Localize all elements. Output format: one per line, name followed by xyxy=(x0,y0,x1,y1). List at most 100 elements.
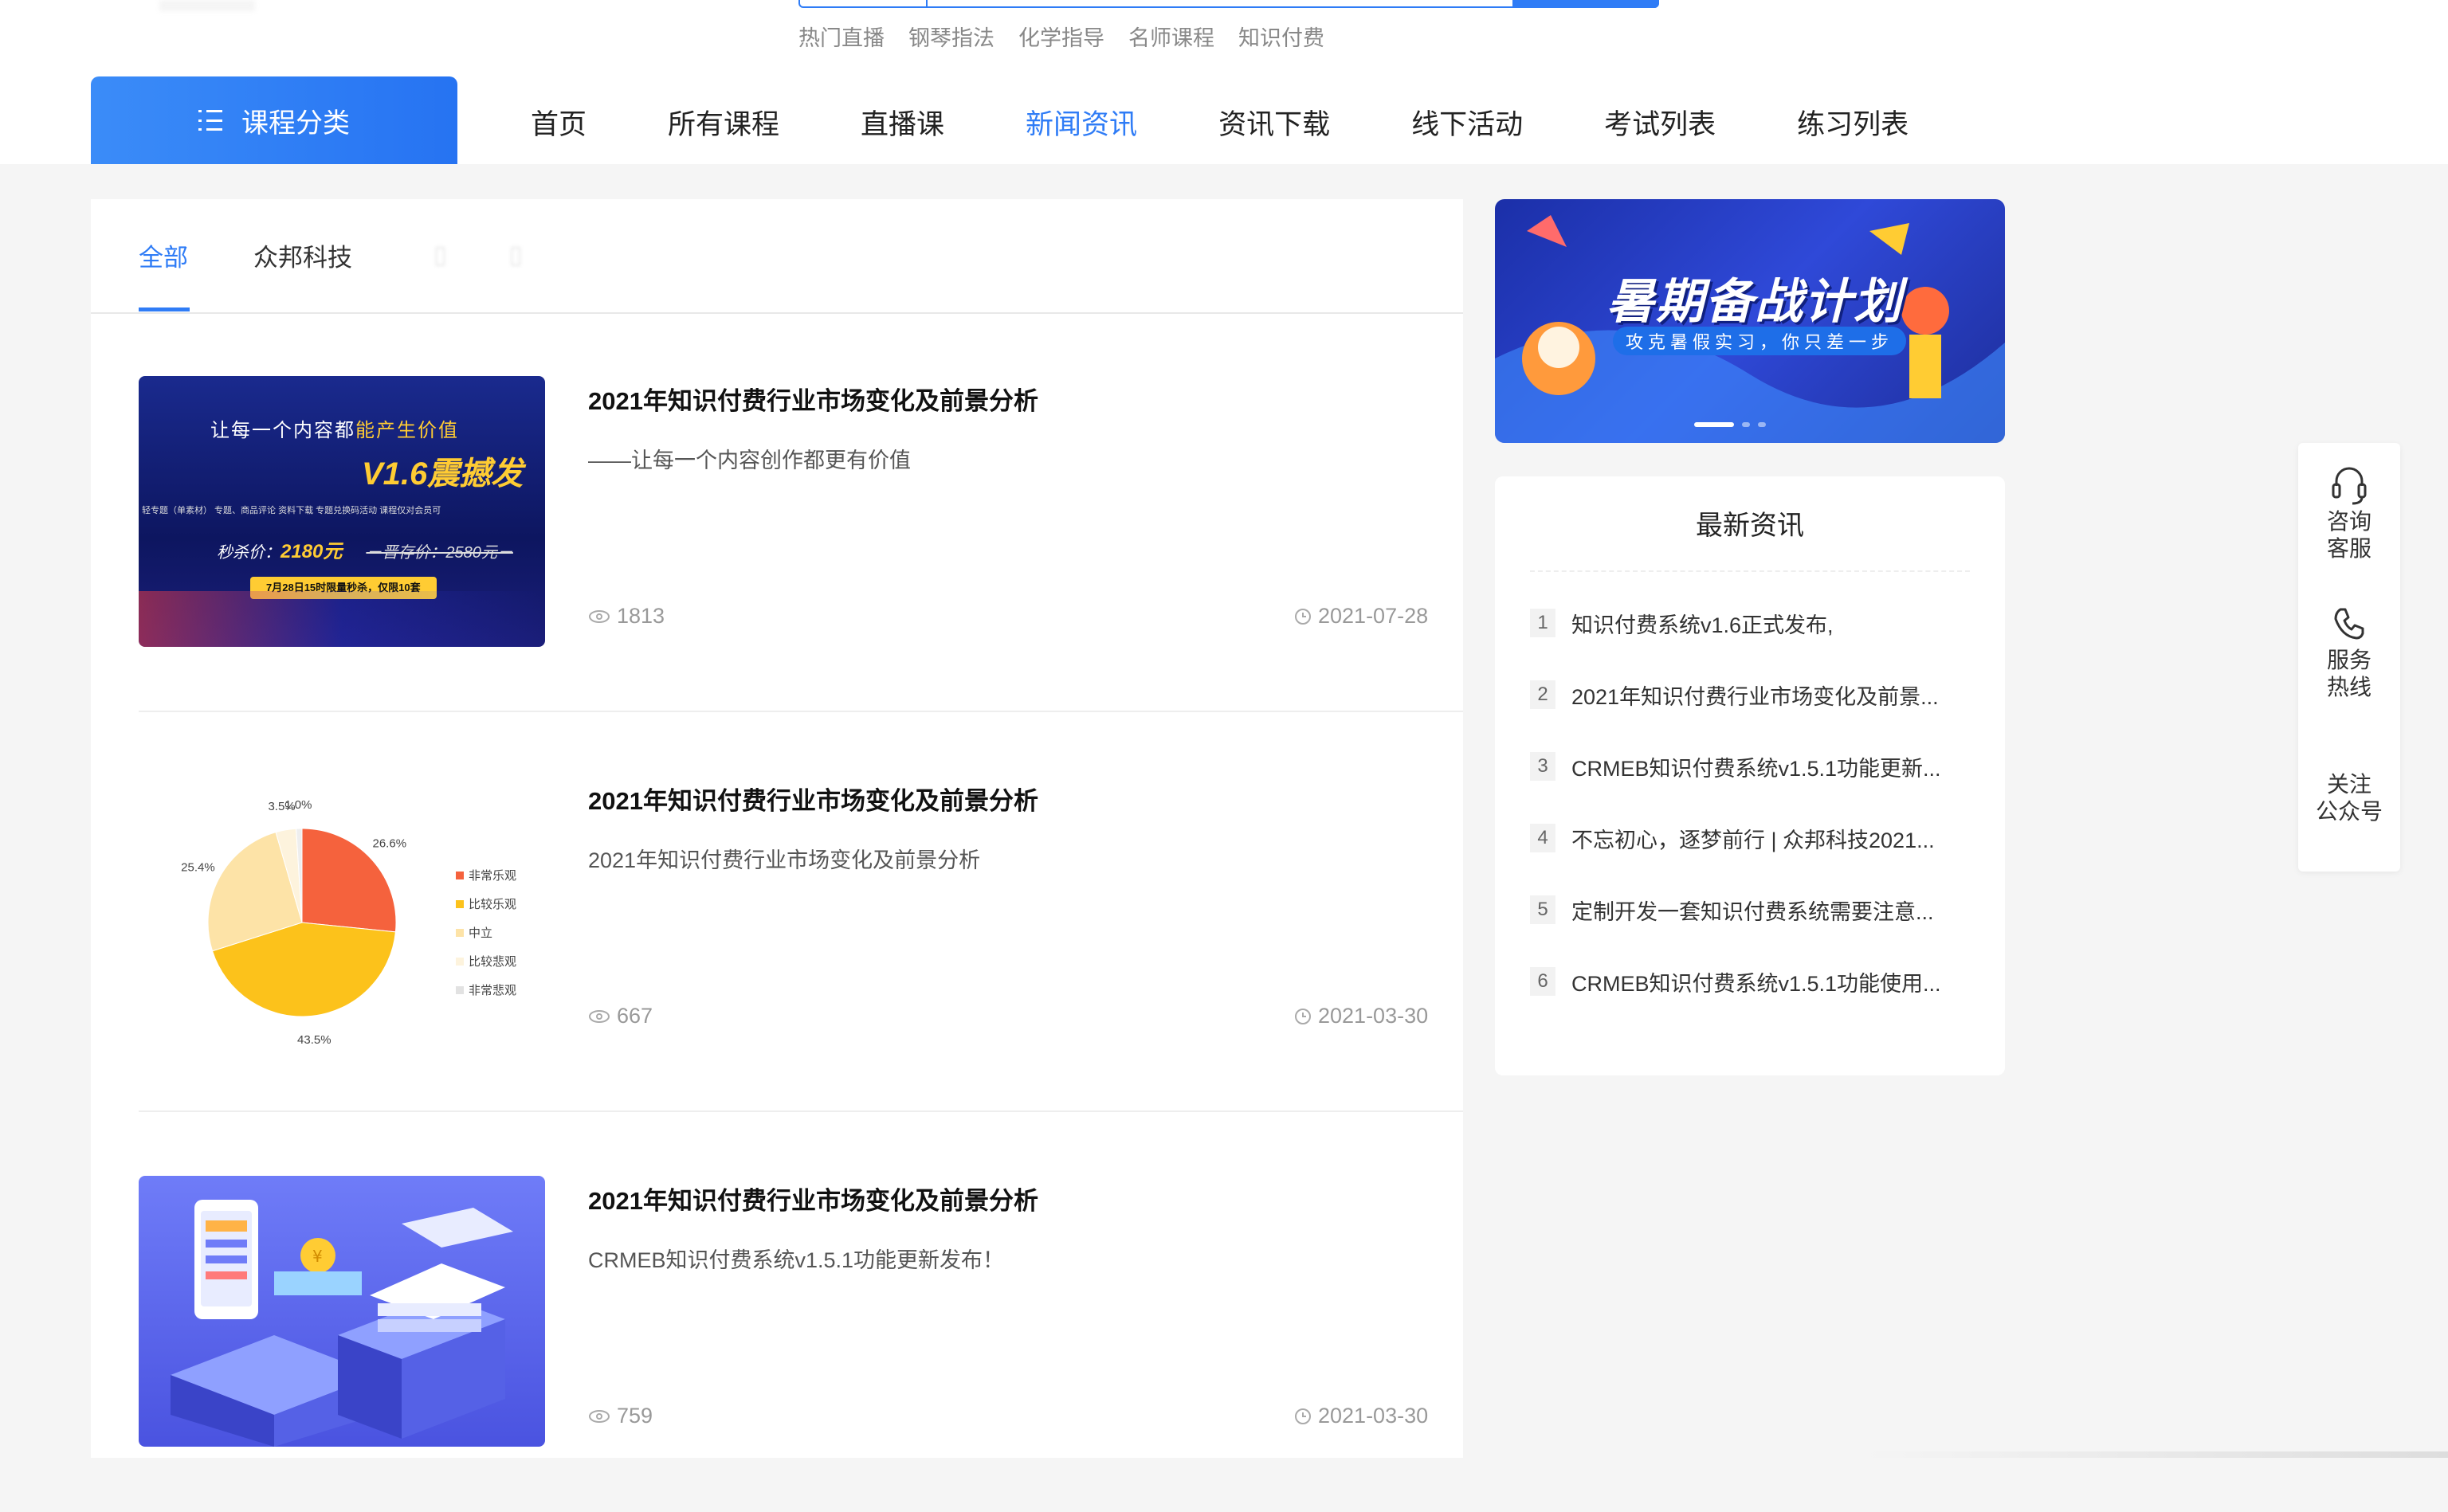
article-views: 759 xyxy=(588,1404,653,1428)
clock-icon xyxy=(1295,1008,1311,1024)
promo-banner[interactable]: 暑期备战计划 攻克暑假实习，你只差一步 xyxy=(1495,199,2005,443)
eye-icon xyxy=(589,609,610,623)
article-thumbnail[interactable]: ¥ xyxy=(139,1176,545,1447)
latest-news-item[interactable]: 4 不忘初心，逐梦前行 | 众邦科技2021... xyxy=(1530,822,1976,854)
headset-icon xyxy=(2298,460,2400,508)
thumb-price: 秒杀价：2180元 －晋存价：2580元－ xyxy=(217,541,513,562)
news-list-panel: 全部 众邦科技 ▯ ▯ 让每一个内容都能产生价值 V1.6震撼发 轻专题（单素材… xyxy=(91,199,1463,1458)
tab-all[interactable]: 全部 xyxy=(139,237,188,273)
main-nav: 首页 所有课程 直播课 新闻资讯 资讯下载 线下活动 考试列表 练习列表 xyxy=(531,102,1990,143)
thumb-slogan: 让每一个内容都能产生价值 xyxy=(210,420,459,441)
carousel-dot[interactable] xyxy=(1758,422,1766,427)
active-tab-indicator xyxy=(139,307,190,311)
thumb-glow xyxy=(139,591,545,647)
latest-news-item[interactable]: 2 2021年知识付费行业市场变化及前景... xyxy=(1530,679,1976,711)
nav-downloads[interactable]: 资讯下载 xyxy=(1218,102,1330,143)
carousel-dots xyxy=(1694,422,1766,427)
carousel-dot[interactable] xyxy=(1742,422,1750,427)
article-item[interactable]: ¥ 2021年知识付费行业市场变化及前景分析 CRMEB知识付费系统v1.5.1… xyxy=(139,1112,1463,1512)
article-thumbnail[interactable]: 26.6% 43.5% 25.4% 3.5% 1.0% 非常乐观 比较乐观 中立 比较悲观 非常悲… xyxy=(139,776,545,1047)
consult-service-button[interactable]: 咨询 客服 xyxy=(2298,460,2400,562)
pie-chart: 26.6%43.5%25.4%3.5%1.0%非常乐观比较乐观中立比较悲观非常悲… xyxy=(181,798,516,1047)
article-title[interactable]: 2021年知识付费行业市场变化及前景分析 xyxy=(588,781,1038,817)
svg-text:¥: ¥ xyxy=(312,1247,323,1266)
article-item[interactable]: 26.6% 43.5% 25.4% 3.5% 1.0% 非常乐观 比较乐观 中立 比较悲观 非常悲… xyxy=(139,712,1463,1112)
latest-news-text: 知识付费系统v1.6正式发布, xyxy=(1571,613,1834,637)
follow-label-2: 公众号 xyxy=(2315,799,2383,824)
legend-label: 比较乐观 xyxy=(469,897,516,911)
news-tabs: 全部 众邦科技 ▯ ▯ xyxy=(91,199,1463,314)
rank-number: 6 xyxy=(1530,967,1556,996)
article-title[interactable]: 2021年知识付费行业市场变化及前景分析 xyxy=(588,1181,1038,1216)
course-category-label: 课程分类 xyxy=(241,108,350,139)
rank-number: 4 xyxy=(1530,824,1556,852)
hot-search-words: 热门直播 钢琴指法 化学指导 名师课程 知识付费 xyxy=(798,21,1324,52)
hotline-label-2: 热线 xyxy=(2326,675,2372,699)
consult-label-1: 咨询 xyxy=(2326,509,2372,534)
article-views: 1813 xyxy=(588,604,665,629)
legend-label: 比较悲观 xyxy=(469,954,516,969)
divider xyxy=(1530,570,1970,572)
carousel-dot[interactable] xyxy=(1694,422,1734,427)
article-desc: ——让每一个内容创作都更有价值 xyxy=(588,449,911,472)
latest-news-text: 定制开发一套知识付费系统需要注意... xyxy=(1571,899,1934,924)
hot-word[interactable]: 知识付费 xyxy=(1238,21,1324,52)
nav-practice[interactable]: 练习列表 xyxy=(1797,102,1909,143)
article-date: 2021-03-30 xyxy=(1294,1404,1428,1428)
follow-label-1: 关注 xyxy=(2326,772,2372,797)
article-item[interactable]: 让每一个内容都能产生价值 V1.6震撼发 轻专题（单素材） 专题、商品评论 资料… xyxy=(139,312,1463,712)
latest-news-text: CRMEB知识付费系统v1.5.1功能更新... xyxy=(1571,756,1941,781)
latest-news-item[interactable]: 6 CRMEB知识付费系统v1.5.1功能使用... xyxy=(1530,966,1976,997)
hot-word[interactable]: 名师课程 xyxy=(1128,21,1214,52)
floating-service-bar: 咨询 客服 服务 热线 关注 公众号 xyxy=(2298,443,2400,872)
latest-news-item[interactable]: 5 定制开发一套知识付费系统需要注意... xyxy=(1530,894,1976,926)
rank-number: 5 xyxy=(1530,895,1556,924)
nav-news[interactable]: 新闻资讯 xyxy=(1026,102,1137,143)
latest-news-text: CRMEB知识付费系统v1.5.1功能使用... xyxy=(1571,971,1941,996)
eye-icon xyxy=(589,1409,610,1423)
latest-news-item[interactable]: 1 知识付费系统v1.6正式发布, xyxy=(1530,607,1976,639)
legend-label: 非常悲观 xyxy=(469,984,516,997)
nav-all-courses[interactable]: 所有课程 xyxy=(668,102,779,143)
article-title[interactable]: 2021年知识付费行业市场变化及前景分析 xyxy=(588,381,1038,417)
hot-word[interactable]: 化学指导 xyxy=(1018,21,1104,52)
nav-live[interactable]: 直播课 xyxy=(861,102,944,143)
article-thumbnail[interactable]: 让每一个内容都能产生价值 V1.6震撼发 轻专题（单素材） 专题、商品评论 资料… xyxy=(139,376,545,647)
legend-label: 非常乐观 xyxy=(469,869,516,883)
thumb-features: 轻专题（单素材） 专题、商品评论 资料下载 专题兑换码活动 课程仅对会员可 xyxy=(142,506,441,515)
pie-data-label: 26.6% xyxy=(373,837,407,851)
legend-swatch xyxy=(456,872,464,879)
article-date: 2021-07-28 xyxy=(1294,604,1428,629)
banner-subtitle: 攻克暑假实习，你只差一步 xyxy=(1613,327,1907,355)
tab-zhongbang[interactable]: 众邦科技 xyxy=(253,237,352,273)
hot-word[interactable]: 钢琴指法 xyxy=(908,21,994,52)
follow-account-button[interactable]: 关注 公众号 xyxy=(2298,771,2400,825)
article-desc: 2021年知识付费行业市场变化及前景分析 xyxy=(588,848,981,872)
article-date: 2021-03-30 xyxy=(1294,1004,1428,1028)
course-category-button[interactable]: 课程分类 xyxy=(91,76,457,164)
pie-data-label: 43.5% xyxy=(297,1033,332,1047)
phone-icon xyxy=(2298,599,2400,647)
logo[interactable] xyxy=(159,0,255,11)
legend-label: 中立 xyxy=(469,926,492,940)
latest-news-heading: 最新资讯 xyxy=(1696,511,1804,541)
hot-word[interactable]: 热门直播 xyxy=(798,21,885,52)
consult-label-2: 客服 xyxy=(2326,536,2372,561)
eye-icon xyxy=(589,1009,610,1023)
tab-obscured[interactable]: ▯ ▯ xyxy=(434,241,523,269)
nav-exams[interactable]: 考试列表 xyxy=(1604,102,1716,143)
search-divider xyxy=(926,0,928,6)
legend-swatch xyxy=(456,900,464,908)
nav-offline-events[interactable]: 线下活动 xyxy=(1411,102,1523,143)
latest-news-item[interactable]: 3 CRMEB知识付费系统v1.5.1功能更新... xyxy=(1530,750,1976,782)
search-button[interactable] xyxy=(1512,0,1659,8)
site-header: 热门直播 钢琴指法 化学指导 名师课程 知识付费 课程分类 首页 所有课程 直播… xyxy=(0,0,2448,164)
rank-number: 1 xyxy=(1530,609,1556,637)
hotline-button[interactable]: 服务 热线 xyxy=(2298,599,2400,701)
pie-data-label: 1.0% xyxy=(284,798,312,812)
pie-data-label: 25.4% xyxy=(181,860,215,874)
education-illustration: ¥ xyxy=(171,1200,513,1447)
nav-home[interactable]: 首页 xyxy=(531,102,586,143)
banner-title: 暑期备战计划 xyxy=(1606,275,1903,328)
latest-news-box: 最新资讯 1 知识付费系统v1.6正式发布, 2 2021年知识付费行业市场变化… xyxy=(1495,476,2005,1075)
